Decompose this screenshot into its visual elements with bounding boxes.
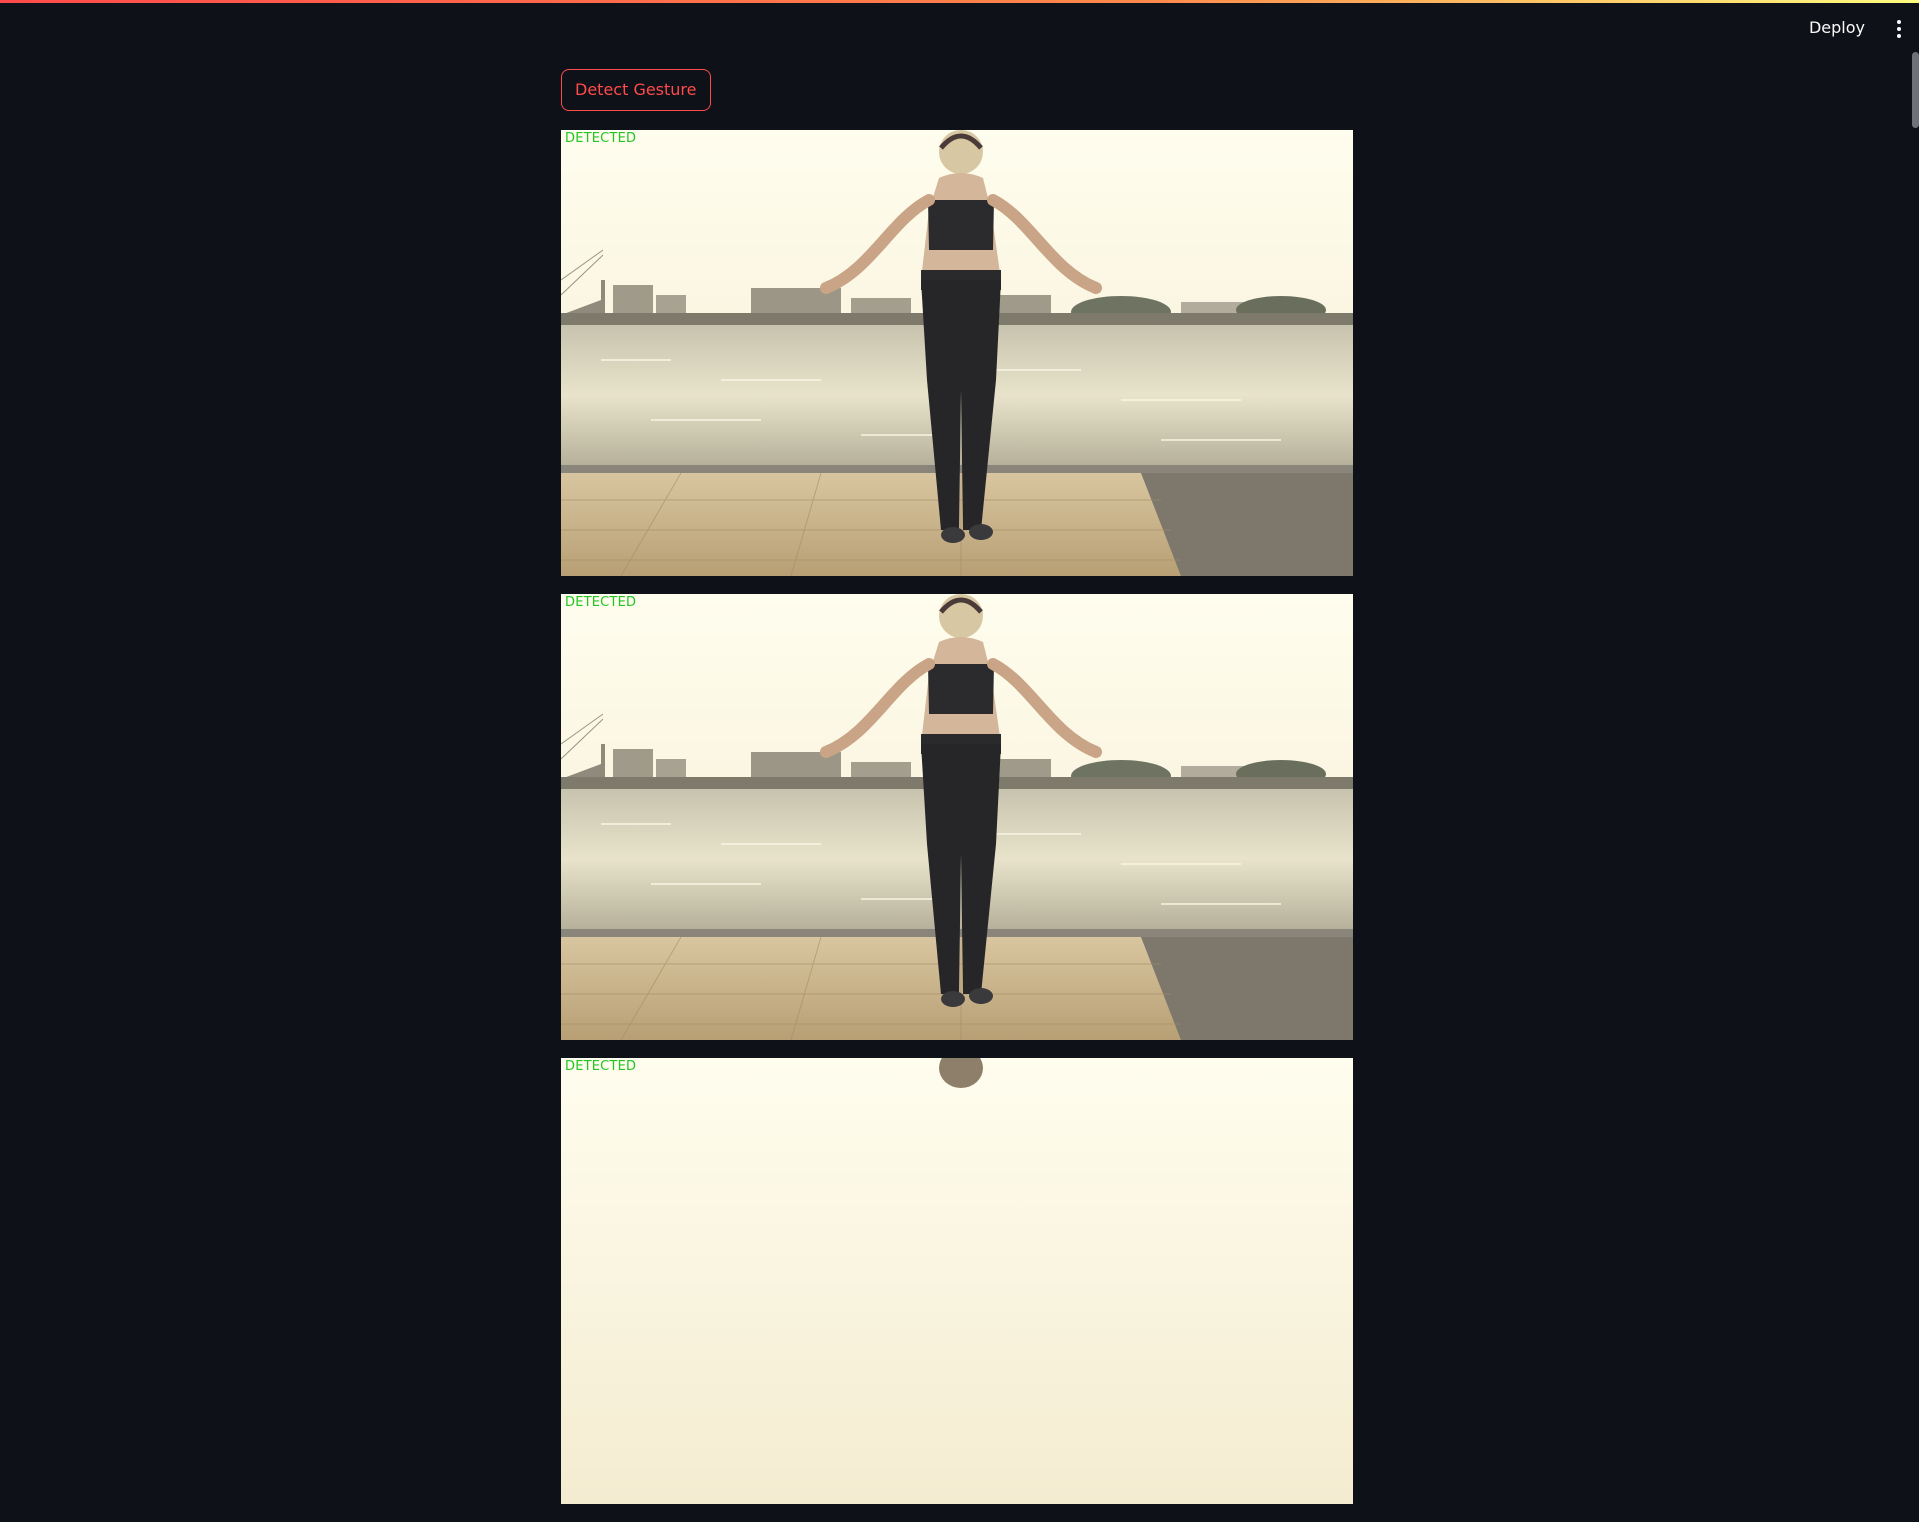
detect-gesture-button[interactable]: Detect Gesture: [561, 69, 711, 111]
video-frame: DETECTED: [561, 594, 1353, 1040]
video-frame: DETECTED: [561, 1058, 1353, 1504]
jump-rope-photo: [561, 594, 1353, 1040]
main-content: Detect Gesture DETECTED DETECTED DETECTE…: [561, 69, 1353, 1504]
deploy-button[interactable]: Deploy: [1803, 13, 1871, 43]
video-frame: DETECTED: [561, 130, 1353, 576]
vertical-dots-icon[interactable]: [1893, 16, 1905, 42]
detection-status-label: DETECTED: [565, 131, 637, 146]
detection-status-label: DETECTED: [565, 1059, 637, 1074]
scrollbar-thumb[interactable]: [1912, 52, 1919, 128]
toolbar: Deploy: [0, 3, 1919, 51]
video-frames: DETECTED DETECTED DETECTED: [561, 130, 1353, 1522]
jump-rope-photo: [561, 1058, 1353, 1504]
jump-rope-photo: [561, 130, 1353, 576]
detection-status-label: DETECTED: [565, 595, 637, 610]
